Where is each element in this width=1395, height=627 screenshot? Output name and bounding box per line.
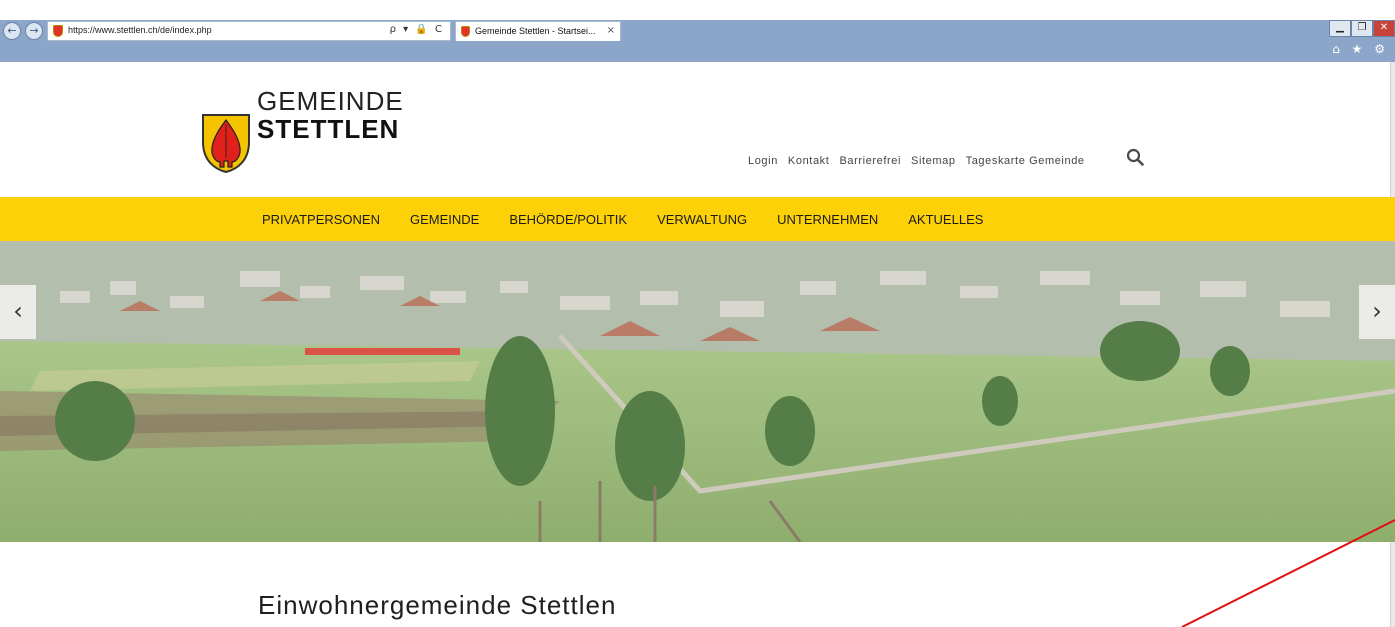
nav-item-privatpersonen[interactable]: PRIVATPERSONEN xyxy=(262,212,380,227)
nav-item-unternehmen[interactable]: UNTERNEHMEN xyxy=(777,212,878,227)
link-sitemap[interactable]: Sitemap xyxy=(911,155,956,167)
tab-favicon-icon xyxy=(461,26,470,37)
address-tools[interactable]: ρ ▾ 🔒 C xyxy=(390,24,444,35)
nav-item-gemeinde[interactable]: GEMEINDE xyxy=(410,212,479,227)
site-favicon-icon xyxy=(53,25,63,37)
browser-toolbar-icons[interactable]: ⌂ ★ ⚙ xyxy=(1332,42,1389,56)
window-controls: ▁ ❐ ✕ xyxy=(1329,20,1395,37)
window-close-button[interactable]: ✕ xyxy=(1373,20,1395,37)
nav-item-aktuelles[interactable]: AKTUELLES xyxy=(908,212,983,227)
address-bar[interactable]: https://www.stettlen.ch/de/index.php ρ ▾… xyxy=(47,21,451,41)
link-barrierefrei[interactable]: Barrierefrei xyxy=(839,155,901,167)
search-icon[interactable] xyxy=(1126,148,1144,166)
page-title: Einwohnergemeinde Stettlen xyxy=(258,590,617,620)
address-url[interactable]: https://www.stettlen.ch/de/index.php xyxy=(68,25,212,35)
logo-line-gemeinde[interactable]: GEMEINDE xyxy=(257,86,404,117)
tab-close-icon[interactable]: × xyxy=(607,25,615,36)
slider-prev-button[interactable]: ‹ xyxy=(0,285,36,339)
main-navigation: PRIVATPERSONEN GEMEINDE BEHÖRDE/POLITIK … xyxy=(0,197,1395,241)
link-tageskarte[interactable]: Tageskarte Gemeinde xyxy=(966,155,1085,167)
nav-item-verwaltung[interactable]: VERWALTUNG xyxy=(657,212,747,227)
top-blank-strip xyxy=(0,0,1395,20)
tab-title: Gemeinde Stettlen - Startsei... xyxy=(475,26,596,36)
logo-line-stettlen[interactable]: STETTLEN xyxy=(257,114,399,145)
hero-slider-image xyxy=(0,241,1395,542)
service-links: Login Kontakt Barrierefrei Sitemap Tages… xyxy=(748,155,1085,167)
minimize-button[interactable]: ▁ xyxy=(1329,20,1351,37)
forward-button[interactable]: → xyxy=(25,22,43,40)
link-kontakt[interactable]: Kontakt xyxy=(788,155,830,167)
back-button[interactable]: ← xyxy=(3,22,21,40)
browser-tab[interactable]: Gemeinde Stettlen - Startsei... × xyxy=(455,21,621,41)
nav-item-behoerde-politik[interactable]: BEHÖRDE/POLITIK xyxy=(509,212,627,227)
link-login[interactable]: Login xyxy=(748,155,778,167)
shield-logo-icon[interactable] xyxy=(200,112,252,174)
restore-button[interactable]: ❐ xyxy=(1351,20,1373,37)
slider-next-button[interactable]: › xyxy=(1359,285,1395,339)
